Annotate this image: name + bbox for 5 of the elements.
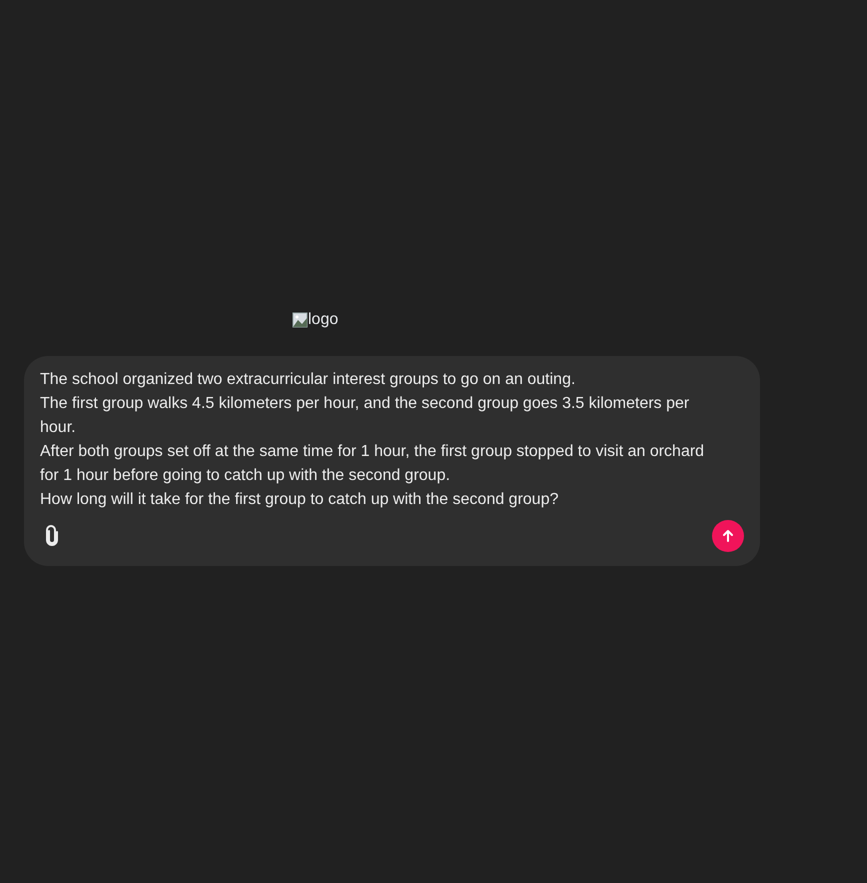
arrow-up-icon bbox=[721, 529, 735, 543]
send-button[interactable] bbox=[712, 520, 744, 552]
message-input[interactable]: The school organized two extracurricular interest groups to go on an outing. The first group walks 4.5 kilometers per hour, and the second group goes 3.5 kilometers per hour. After both groups set off at the same time for 1 hour, the first group stopped to visit an orchard for 1 hour before going to catch up with the second group. How long will it take for the first group to catch up with the second group? bbox=[40, 368, 710, 512]
paperclip-icon[interactable] bbox=[44, 525, 60, 547]
broken-image-logo: logo bbox=[292, 308, 338, 332]
